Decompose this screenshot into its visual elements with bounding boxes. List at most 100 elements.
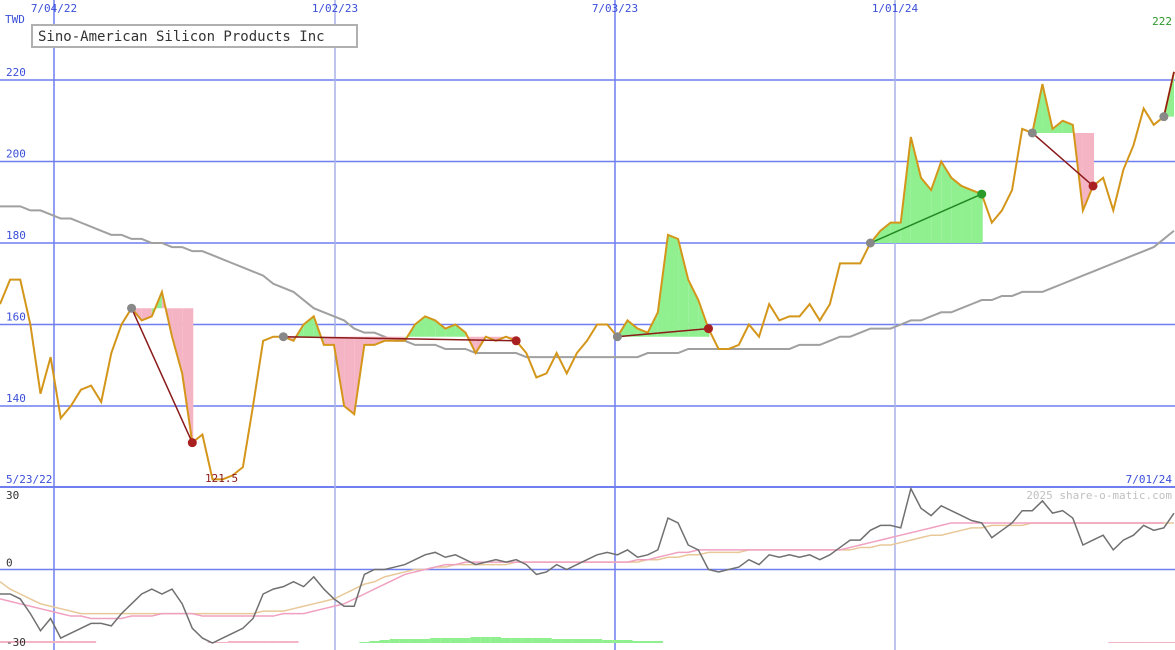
- indicator-main-line: [0, 486, 1175, 644]
- indicator-bar: [227, 641, 238, 643]
- indicator-bar: [561, 639, 572, 643]
- x-date-label: 1/01/24: [872, 2, 919, 15]
- x-date-label: 7/04/22: [31, 2, 77, 15]
- indicator-bar: [420, 639, 431, 643]
- trade-fill-segment: [678, 238, 689, 337]
- currency-label: TWD: [5, 13, 25, 26]
- indicator-bar: [541, 638, 552, 643]
- trade-exit-marker: [703, 324, 713, 334]
- indicator-bar: [490, 637, 501, 643]
- trade-lines-layer: [127, 71, 1175, 448]
- indicator-bar: [45, 641, 56, 643]
- indicator-bar: [258, 641, 269, 643]
- trade-fill-segment: [344, 336, 355, 415]
- indicator-bar: [247, 641, 259, 643]
- indicator-bar: [652, 641, 663, 643]
- trade-fill-segment: [667, 234, 679, 337]
- indicator-bar: [440, 638, 451, 643]
- trade-entry-marker: [1027, 128, 1037, 138]
- indicator-bar: [1128, 642, 1139, 643]
- indicator-bar: [75, 641, 87, 643]
- y-tick-label: 160: [6, 311, 26, 324]
- indicator-bar: [35, 641, 46, 643]
- chart-title: Sino-American Silicon Products Inc: [38, 29, 325, 45]
- indicator-bar: [622, 640, 633, 643]
- trade-fills-layer: [131, 71, 1174, 443]
- indicator-bar: [1168, 642, 1175, 643]
- indicator-bar: [581, 639, 593, 643]
- indicator-bar: [369, 641, 380, 643]
- indicator-bar: [0, 641, 6, 643]
- indicator-tick-label: 30: [6, 489, 19, 502]
- indicator-bar: [359, 642, 370, 643]
- indicator-bar: [86, 641, 97, 643]
- indicator-bar: [450, 638, 461, 643]
- title-box: Sino-American Silicon Products Inc: [31, 24, 358, 48]
- indicator-bar: [592, 639, 603, 643]
- indicator-bar: [480, 637, 491, 643]
- y-tick-label: 200: [6, 148, 26, 161]
- indicator-slow-line: [0, 522, 1174, 615]
- low-price-label: 121.5: [205, 472, 238, 485]
- indicator-bar: [1148, 642, 1159, 643]
- indicator-bar: [1138, 642, 1149, 643]
- indicator-tick-label: -30: [6, 636, 26, 649]
- indicator-bar: [571, 639, 582, 643]
- x-date-label: 7/03/23: [592, 2, 638, 15]
- trade-fill-segment: [961, 185, 972, 243]
- trade-exit-marker: [511, 336, 521, 346]
- price-chart: 140 160 180 200 220 7/04/22 1/02/23 7/03/23 1/01…: [0, 0, 1175, 650]
- indicator-bar: [460, 638, 471, 643]
- trade-entry-marker: [1159, 112, 1169, 122]
- indicator-bar: [1118, 642, 1129, 643]
- indicator-fast-line: [0, 522, 1164, 620]
- trade-exit-marker: [977, 189, 987, 199]
- indicator-bar: [268, 641, 279, 643]
- indicator-bar: [237, 641, 248, 643]
- trade-entry-marker: [127, 303, 137, 313]
- indicator-bar: [217, 642, 228, 643]
- indicator-bar: [521, 638, 532, 643]
- indicator-panel: [0, 486, 1175, 644]
- y-tick-label: 140: [6, 392, 26, 405]
- indicator-bar: [632, 641, 643, 643]
- trade-exit-marker: [1088, 181, 1098, 191]
- trade-entry-marker: [278, 332, 288, 342]
- indicator-tick-label: 0: [6, 557, 13, 570]
- indicator-bar: [1158, 642, 1169, 643]
- end-date-label: 7/01/24: [1126, 473, 1173, 486]
- indicator-bar: [288, 641, 299, 643]
- indicator-bar: [1108, 642, 1119, 643]
- y-tick-label: 180: [6, 229, 26, 242]
- indicator-bar: [612, 640, 623, 643]
- price-line-layer: [0, 71, 1175, 481]
- indicator-bar: [642, 641, 653, 643]
- indicator-bar: [389, 639, 400, 643]
- indicator-bar: [65, 641, 76, 643]
- trade-fill-segment: [951, 177, 962, 243]
- indicator-bar: [500, 638, 512, 643]
- copyright-label: 2025 share-o-matic.com: [1026, 489, 1172, 502]
- axis-labels: 140 160 180 200 220 7/04/22 1/02/23 7/03/23 1/01…: [6, 2, 919, 649]
- price-line: [0, 71, 1175, 481]
- x-date-label: 1/02/23: [312, 2, 358, 15]
- trade-entry-marker: [612, 332, 622, 342]
- trade-fill-segment: [910, 137, 921, 243]
- indicator-bar: [602, 640, 613, 643]
- indicator-bar: [511, 638, 522, 643]
- trade-entry-marker: [865, 238, 875, 248]
- start-date-label: 5/23/22: [6, 473, 52, 486]
- indicator-bar: [399, 639, 410, 643]
- indicator-bar: [409, 639, 421, 643]
- indicator-bar: [25, 641, 36, 643]
- last-price-label: 222: [1152, 15, 1172, 28]
- indicator-bar: [470, 637, 481, 643]
- indicator-bar: [531, 638, 542, 643]
- indicator-bar: [379, 640, 390, 643]
- y-tick-label: 220: [6, 66, 26, 79]
- indicator-bar: [430, 638, 441, 643]
- indicator-bar: [55, 641, 66, 643]
- trade-exit-marker: [187, 438, 197, 448]
- indicator-bar: [278, 641, 289, 643]
- indicator-bar: [551, 639, 562, 643]
